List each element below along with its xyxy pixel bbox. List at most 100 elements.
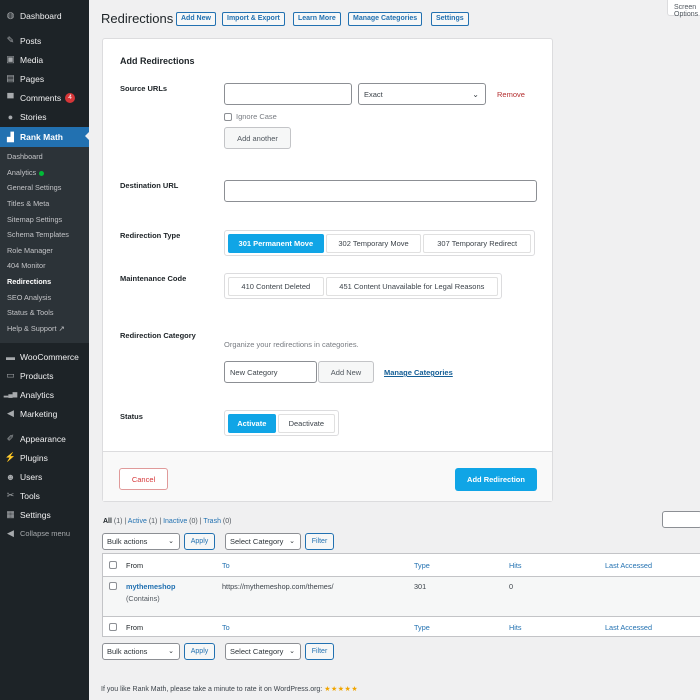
- status-label: Status: [120, 412, 143, 421]
- menu-tools[interactable]: ✂ Tools: [0, 486, 89, 505]
- column-from[interactable]: From: [126, 623, 143, 632]
- submenu-general-settings[interactable]: General Settings: [7, 182, 61, 194]
- page-title: Redirections: [101, 11, 174, 26]
- learn-more-button[interactable]: Learn More: [293, 12, 341, 26]
- code-410-button[interactable]: 410 Content Deleted: [228, 277, 324, 296]
- source-urls-label: Source URLs: [120, 84, 168, 93]
- menu-comments[interactable]: ▀ Comments 4: [0, 88, 89, 107]
- match-type-value: Exact: [364, 89, 383, 99]
- menu-marketing[interactable]: ◀ Marketing: [0, 404, 89, 423]
- filter-button-bottom[interactable]: Filter: [305, 643, 334, 660]
- menu-products[interactable]: ▭ Products: [0, 366, 89, 385]
- column-last-accessed[interactable]: Last Accessed: [605, 561, 652, 570]
- add-redirection-form: Add Redirections Source URLs Exact ⌄ Remo…: [102, 38, 553, 502]
- add-redirection-button[interactable]: Add Redirection: [455, 468, 537, 491]
- view-all[interactable]: All: [103, 518, 112, 525]
- column-type[interactable]: Type: [414, 623, 430, 632]
- category-select-top[interactable]: Select Category ⌄: [225, 533, 301, 550]
- type-301-button[interactable]: 301 Permanent Move: [228, 234, 324, 253]
- add-new-button[interactable]: Add New: [176, 12, 216, 26]
- view-active[interactable]: Active: [128, 518, 147, 525]
- submenu-label: 404 Monitor: [7, 261, 46, 270]
- column-hits[interactable]: Hits: [509, 623, 522, 632]
- filter-button-top[interactable]: Filter: [305, 533, 334, 550]
- settings-button[interactable]: Settings: [431, 12, 469, 26]
- manage-categories-button[interactable]: Manage Categories: [348, 12, 423, 26]
- submenu-schema-templates[interactable]: Schema Templates: [7, 229, 69, 241]
- menu-label: Rank Math: [20, 132, 63, 142]
- column-last-accessed[interactable]: Last Accessed: [605, 623, 652, 632]
- menu-pages[interactable]: ▤ Pages: [0, 69, 89, 88]
- ignore-case-option[interactable]: Ignore Case: [224, 112, 277, 121]
- submenu-status-tools[interactable]: Status & Tools: [7, 307, 54, 319]
- menu-users[interactable]: ☻ Users: [0, 467, 89, 486]
- menu-settings[interactable]: ▦ Settings: [0, 505, 89, 524]
- menu-analytics[interactable]: ▂▄▆ Analytics: [0, 385, 89, 404]
- view-trash[interactable]: Trash: [203, 518, 221, 525]
- remove-source-link[interactable]: Remove: [497, 90, 525, 99]
- menu-dashboard[interactable]: ◍ Dashboard: [0, 6, 89, 25]
- column-to[interactable]: To: [222, 623, 230, 632]
- submenu-role-manager[interactable]: Role Manager: [7, 245, 53, 257]
- deactivate-button[interactable]: Deactivate: [277, 414, 335, 433]
- collapse-menu-button[interactable]: ◀ Collapse menu: [0, 524, 89, 543]
- select-all-checkbox-bottom[interactable]: [109, 623, 117, 631]
- manage-categories-link[interactable]: Manage Categories: [384, 368, 453, 377]
- menu-posts[interactable]: ✎ Posts: [0, 31, 89, 50]
- category-select-bottom[interactable]: Select Category ⌄: [225, 643, 301, 660]
- menu-label: Posts: [20, 35, 42, 46]
- add-category-button[interactable]: Add New: [318, 361, 374, 383]
- column-type[interactable]: Type: [414, 561, 430, 570]
- code-451-button[interactable]: 451 Content Unavailable for Legal Reason…: [325, 277, 498, 296]
- row-checkbox[interactable]: [109, 582, 117, 590]
- ignore-case-checkbox[interactable]: [224, 112, 232, 121]
- submenu-help-support[interactable]: Help & Support ↗: [7, 323, 65, 335]
- row-from-link[interactable]: mythemeshop: [126, 582, 175, 591]
- cancel-button[interactable]: Cancel: [119, 468, 168, 490]
- match-type-select[interactable]: Exact ⌄: [358, 83, 486, 105]
- bulk-actions-select-top[interactable]: Bulk actions ⌄: [102, 533, 180, 550]
- admin-sidebar: ◍ Dashboard ✎ Posts ▣ Media ▤ Pages ▀ Comment…: [0, 0, 89, 700]
- apply-button-top[interactable]: Apply: [184, 533, 215, 550]
- submenu-redirections[interactable]: Redirections: [7, 276, 51, 288]
- add-another-button[interactable]: Add another: [224, 127, 291, 149]
- status-dot-icon: [39, 170, 45, 176]
- row-hits: 0: [509, 582, 514, 591]
- submenu-seo-analysis[interactable]: SEO Analysis: [7, 292, 51, 304]
- destination-url-input[interactable]: [224, 180, 537, 202]
- star-rating-icon[interactable]: ★★★★★: [324, 686, 358, 693]
- type-307-button[interactable]: 307 Temporary Redirect: [423, 234, 532, 253]
- submenu-analytics[interactable]: Analytics: [7, 167, 45, 179]
- menu-media[interactable]: ▣ Media: [0, 50, 89, 69]
- submenu-sitemap-settings[interactable]: Sitemap Settings: [7, 214, 62, 226]
- menu-plugins[interactable]: ⚡ Plugins: [0, 448, 89, 467]
- new-category-input[interactable]: New Category: [224, 361, 317, 383]
- column-hits[interactable]: Hits: [509, 561, 522, 570]
- menu-woocommerce[interactable]: ▬ WooCommerce: [0, 347, 89, 366]
- screen-options-button[interactable]: Screen Options: [667, 0, 700, 18]
- import-export-button[interactable]: Import & Export: [222, 12, 285, 26]
- pages-icon: ▤: [6, 73, 15, 83]
- menu-appearance[interactable]: ✐ Appearance: [0, 429, 89, 448]
- bulk-actions-select-bottom[interactable]: Bulk actions ⌄: [102, 643, 180, 660]
- rating-text: If you like Rank Math, please take a min…: [101, 686, 323, 693]
- menu-rank-math[interactable]: ▟ Rank Math: [0, 127, 89, 147]
- submenu-dashboard[interactable]: Dashboard: [7, 151, 43, 163]
- category-select-value: Select Category: [230, 537, 284, 546]
- submenu-titles-meta[interactable]: Titles & Meta: [7, 198, 49, 210]
- column-from[interactable]: From: [126, 561, 143, 570]
- apply-button-bottom[interactable]: Apply: [184, 643, 215, 660]
- source-url-input[interactable]: [224, 83, 352, 105]
- view-inactive[interactable]: Inactive: [163, 518, 187, 525]
- select-all-checkbox[interactable]: [109, 561, 117, 569]
- column-to[interactable]: To: [222, 561, 230, 570]
- table-row: mythemeshop (Contains) https://mythemesh…: [103, 576, 700, 617]
- submenu-404-monitor[interactable]: 404 Monitor: [7, 260, 46, 272]
- category-select-value: Select Category: [230, 647, 284, 656]
- activate-button[interactable]: Activate: [228, 414, 276, 433]
- type-302-button[interactable]: 302 Temporary Move: [325, 234, 422, 253]
- search-input[interactable]: [662, 511, 700, 528]
- maintenance-code-group: 410 Content Deleted 451 Content Unavaila…: [224, 273, 502, 299]
- menu-label: Analytics: [20, 389, 55, 400]
- menu-stories[interactable]: ● Stories: [0, 107, 89, 126]
